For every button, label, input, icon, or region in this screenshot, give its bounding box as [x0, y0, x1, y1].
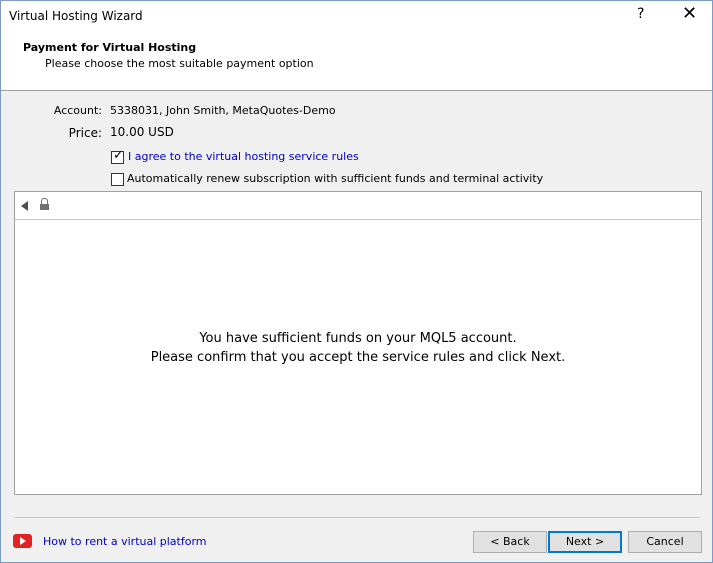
how-to-rent-link[interactable]: How to rent a virtual platform: [43, 535, 207, 548]
lock-icon: [40, 198, 49, 211]
next-button[interactable]: Next >: [548, 531, 622, 553]
checkmark-icon: ✓: [113, 148, 124, 163]
wizard-header: Payment for Virtual Hosting Please choos…: [1, 31, 712, 91]
browser-toolbar: [15, 192, 701, 220]
close-button[interactable]: ✕: [682, 3, 697, 24]
message-line-1: You have sufficient funds on your MQL5 a…: [199, 331, 517, 346]
footer-separator: [14, 517, 700, 518]
account-label: Account:: [53, 104, 102, 117]
browser-back-icon[interactable]: [21, 201, 28, 211]
window-title: Virtual Hosting Wizard: [9, 9, 143, 23]
cancel-button[interactable]: Cancel: [628, 531, 702, 553]
agree-rules-link[interactable]: I agree to the virtual hosting service r…: [128, 150, 359, 163]
back-button[interactable]: < Back: [473, 531, 547, 553]
page-title: Payment for Virtual Hosting: [23, 41, 197, 54]
price-value: 10.00 USD: [110, 125, 174, 139]
agree-checkbox[interactable]: ✓: [111, 148, 124, 164]
message-line-2: Please confirm that you accept the servi…: [150, 350, 566, 365]
account-value: 5338031, John Smith, MetaQuotes-Demo: [110, 104, 336, 117]
youtube-icon[interactable]: [13, 534, 32, 548]
wizard-window: Virtual Hosting Wizard ? ✕ Payment for V…: [0, 0, 713, 563]
embedded-browser: You have sufficient funds on your MQL5 a…: [14, 191, 702, 495]
title-bar: Virtual Hosting Wizard ? ✕: [1, 1, 712, 31]
price-label: Price:: [68, 126, 102, 140]
help-button[interactable]: ?: [637, 6, 644, 22]
browser-content: You have sufficient funds on your MQL5 a…: [15, 220, 701, 494]
page-subtitle: Please choose the most suitable payment …: [45, 57, 314, 70]
auto-renew-label: Automatically renew subscription with su…: [127, 172, 544, 185]
auto-renew-checkbox[interactable]: [111, 173, 124, 186]
